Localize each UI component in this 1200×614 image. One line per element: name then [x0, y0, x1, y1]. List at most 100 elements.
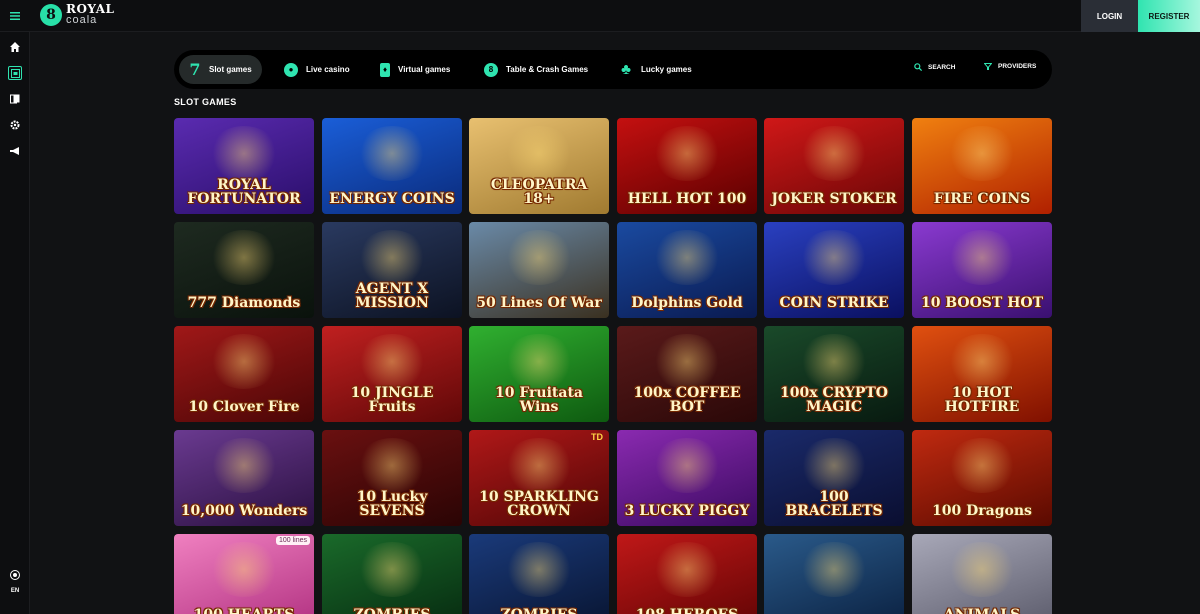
tab-label: Slot games: [209, 65, 252, 74]
search-icon: [914, 63, 922, 71]
game-tile[interactable]: ZOMBIES: [469, 534, 609, 614]
support-icon[interactable]: [8, 568, 22, 582]
category-nav: 7 Slot games ● Live casino ♦ Virtual gam…: [174, 50, 1052, 89]
game-tile[interactable]: CLEOPATRA 18+: [469, 118, 609, 214]
game-artwork: [209, 438, 279, 493]
filter-icon: [984, 63, 992, 70]
game-title: 10 Lucky SEVENS: [356, 489, 428, 519]
game-tile[interactable]: ZOMBIES: [322, 534, 462, 614]
game-tile[interactable]: 100 Dragons: [912, 430, 1052, 526]
game-title: CLEOPATRA 18+: [490, 177, 588, 207]
game-tile[interactable]: COIN STRIKE: [764, 222, 904, 318]
game-artwork: [947, 542, 1017, 597]
tab-label: Live casino: [306, 65, 350, 74]
providers-label: PROVIDERS: [998, 63, 1037, 70]
game-title: 100 HEARTS: [188, 608, 301, 614]
game-tile[interactable]: ANIMALS: [912, 534, 1052, 614]
game-tile[interactable]: 10 BOOST HOT: [912, 222, 1052, 318]
game-tile[interactable]: 100x COFFEE BOT: [617, 326, 757, 422]
hamburger-menu-button[interactable]: [0, 0, 30, 32]
home-icon[interactable]: [8, 40, 22, 54]
game-artwork: [652, 126, 722, 181]
game-title: 10,000 Wonders: [180, 503, 308, 519]
language-selector[interactable]: EN: [8, 588, 22, 594]
clover-icon: ♣: [621, 61, 631, 78]
tab-lucky-games[interactable]: ♣ Lucky games: [609, 55, 702, 84]
game-artwork: [799, 334, 869, 389]
game-tile[interactable]: 10 SPARKLING CROWN TD: [469, 430, 609, 526]
game-title: 10 Clover Fire: [188, 399, 300, 415]
game-title: 10 JINGLE Fruits: [350, 385, 434, 415]
register-button[interactable]: REGISTER: [1138, 0, 1200, 32]
game-tile[interactable]: JOKER STOKER: [764, 118, 904, 214]
game-artwork: [357, 126, 427, 181]
table-icon: 8: [484, 62, 498, 77]
game-artwork: [357, 438, 427, 493]
login-button[interactable]: LOGIN: [1081, 0, 1138, 32]
tab-label: Lucky games: [641, 65, 692, 74]
game-artwork: [504, 438, 574, 493]
game-artwork: [504, 230, 574, 285]
tab-label: Table & Crash Games: [506, 65, 589, 74]
tab-virtual-games[interactable]: ♦ Virtual games: [370, 55, 460, 84]
logo[interactable]: 8 ROYAL coala: [40, 3, 114, 26]
provider-badge: TD: [591, 432, 603, 442]
menu-icon: [10, 12, 20, 20]
game-tile[interactable]: HELL HOT 100: [617, 118, 757, 214]
game-title: 100 BRACELETS: [785, 489, 883, 519]
game-tile[interactable]: 108 HEROES: [617, 534, 757, 614]
game-title: 3 LUCKY PIGGY: [624, 503, 750, 519]
tab-live-casino[interactable]: ● Live casino: [274, 55, 360, 84]
game-artwork: [947, 334, 1017, 389]
game-tile[interactable]: 100 HEARTS 100 lines: [174, 534, 314, 614]
koala-logo-icon: 8: [40, 4, 62, 26]
tab-table-crash-games[interactable]: 8 Table & Crash Games: [474, 55, 598, 84]
game-tile[interactable]: Dolphins Gold: [617, 222, 757, 318]
game-title: 108 HEROES: [630, 608, 745, 614]
game-title: HELL HOT 100: [627, 191, 747, 207]
game-tile[interactable]: ROYAL FORTUNATOR: [174, 118, 314, 214]
game-title: 10 BOOST HOT: [920, 295, 1044, 311]
game-artwork: [357, 334, 427, 389]
game-title: Dolphins Gold: [631, 295, 743, 311]
megaphone-icon[interactable]: [8, 144, 22, 158]
providers-button[interactable]: PROVIDERS: [984, 63, 1036, 70]
game-artwork: [504, 126, 574, 181]
game-tile[interactable]: 3 LUCKY PIGGY: [617, 430, 757, 526]
search-button[interactable]: SEARCH: [914, 63, 955, 71]
game-tile[interactable]: 10 Fruitata Wins: [469, 326, 609, 422]
game-title: ANIMALS: [938, 608, 1027, 614]
game-tile[interactable]: 10 HOT HOTFIRE: [912, 326, 1052, 422]
game-tile[interactable]: 50 Lines Of War: [469, 222, 609, 318]
cards-icon[interactable]: [8, 92, 22, 106]
game-tile[interactable]: 10,000 Wonders: [174, 430, 314, 526]
slots-icon[interactable]: [8, 66, 22, 80]
tab-label: Virtual games: [398, 65, 451, 74]
game-artwork: [209, 542, 279, 597]
section-title: SLOT GAMES: [174, 97, 237, 107]
game-tile[interactable]: 10 Lucky SEVENS: [322, 430, 462, 526]
game-title: 100x CRYPTO MAGIC: [780, 385, 888, 415]
game-artwork: [504, 334, 574, 389]
game-title: ENERGY COINS: [329, 191, 455, 207]
game-title: ROYAL FORTUNATOR: [187, 177, 301, 207]
game-artwork: [652, 334, 722, 389]
game-tile[interactable]: 100 BRACELETS: [764, 430, 904, 526]
game-tile[interactable]: AGENT X MISSION: [322, 222, 462, 318]
sidebar: EN: [0, 32, 30, 614]
game-tile[interactable]: 10 Clover Fire: [174, 326, 314, 422]
game-artwork: [209, 334, 279, 389]
game-artwork: [209, 230, 279, 285]
live-icon: ●: [284, 62, 298, 77]
tab-slot-games[interactable]: 7 Slot games: [179, 55, 262, 84]
search-label: SEARCH: [928, 63, 956, 71]
game-tile[interactable]: ENERGY COINS: [322, 118, 462, 214]
settings-icon[interactable]: [8, 118, 22, 132]
game-tile[interactable]: 100x CRYPTO MAGIC: [764, 326, 904, 422]
game-tile[interactable]: 10 JINGLE Fruits: [322, 326, 462, 422]
game-title: 100 Dragons: [932, 503, 1032, 519]
game-artwork: [652, 230, 722, 285]
game-tile[interactable]: FIRE COINS: [912, 118, 1052, 214]
game-tile[interactable]: 777 Diamonds: [174, 222, 314, 318]
game-tile[interactable]: [764, 534, 904, 614]
